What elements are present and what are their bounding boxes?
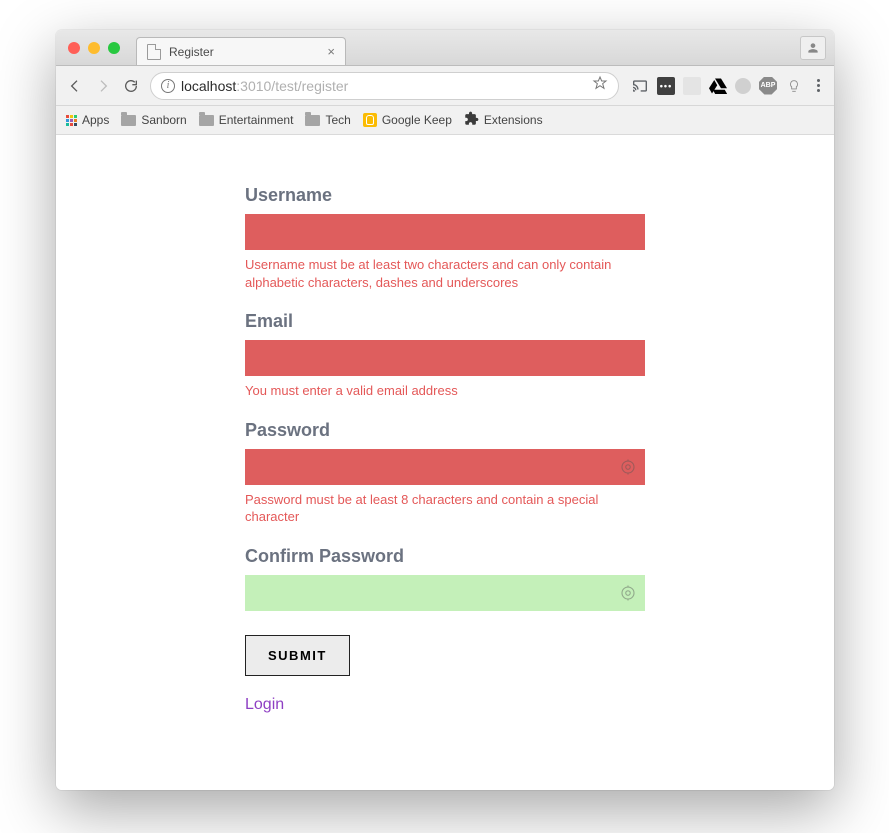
- extension-icons: ••• ABP: [629, 77, 803, 95]
- extension-icon-5[interactable]: [735, 78, 751, 94]
- bookmark-apps[interactable]: Apps: [66, 113, 109, 127]
- field-email: Email You must enter a valid email addre…: [245, 311, 645, 400]
- username-error: Username must be at least two characters…: [245, 256, 645, 291]
- window-titlebar: Register ×: [56, 30, 834, 66]
- password-manager-icon[interactable]: [619, 584, 637, 602]
- bookmark-folder-tech[interactable]: Tech: [305, 113, 350, 127]
- site-info-icon[interactable]: i: [161, 79, 175, 93]
- submit-button[interactable]: SUBMIT: [245, 635, 350, 676]
- close-tab-button[interactable]: ×: [327, 44, 335, 59]
- user-icon: [806, 41, 820, 55]
- url-text: localhost:3010/test/register: [181, 78, 348, 94]
- field-password: Password Password must be at least 8 cha…: [245, 420, 645, 526]
- forward-button[interactable]: [94, 78, 112, 94]
- bookmark-label: Extensions: [484, 113, 543, 127]
- bookmark-folder-entertainment[interactable]: Entertainment: [199, 113, 294, 127]
- extension-bulb-icon[interactable]: [785, 77, 803, 95]
- page-icon: [147, 44, 161, 60]
- browser-menu-button[interactable]: [813, 79, 824, 92]
- apps-icon: [66, 115, 77, 126]
- bookmark-extensions[interactable]: Extensions: [464, 111, 543, 129]
- bookmark-folder-sanborn[interactable]: Sanborn: [121, 113, 186, 127]
- folder-icon: [305, 115, 320, 126]
- bookmark-star-icon[interactable]: [592, 75, 608, 96]
- profile-button[interactable]: [800, 36, 826, 60]
- bookmark-label: Google Keep: [382, 113, 452, 127]
- puzzle-icon: [464, 111, 479, 129]
- bookmark-label: Apps: [82, 113, 109, 127]
- email-label: Email: [245, 311, 645, 332]
- cast-icon[interactable]: [631, 77, 649, 95]
- extension-abp-icon[interactable]: ABP: [759, 77, 777, 95]
- password-manager-icon[interactable]: [619, 458, 637, 476]
- bookmark-label: Entertainment: [219, 113, 294, 127]
- bookmark-label: Tech: [325, 113, 350, 127]
- browser-tab[interactable]: Register ×: [136, 37, 346, 65]
- bookmark-label: Sanborn: [141, 113, 186, 127]
- browser-window: Register × i localhost:3010/test/registe…: [56, 30, 834, 790]
- password-input[interactable]: [245, 449, 645, 485]
- login-link[interactable]: Login: [245, 696, 645, 714]
- username-label: Username: [245, 185, 645, 206]
- reload-button[interactable]: [122, 78, 140, 94]
- confirm-password-input[interactable]: [245, 575, 645, 611]
- omnibox[interactable]: i localhost:3010/test/register: [150, 72, 619, 100]
- password-error: Password must be at least 8 characters a…: [245, 491, 645, 526]
- field-username: Username Username must be at least two c…: [245, 185, 645, 291]
- register-form: Username Username must be at least two c…: [245, 185, 645, 714]
- extension-icon-3[interactable]: [683, 77, 701, 95]
- folder-icon: [199, 115, 214, 126]
- confirm-password-label: Confirm Password: [245, 546, 645, 567]
- minimize-window-button[interactable]: [88, 42, 100, 54]
- email-error: You must enter a valid email address: [245, 382, 645, 400]
- bookmark-google-keep[interactable]: Google Keep: [363, 113, 452, 127]
- email-input[interactable]: [245, 340, 645, 376]
- keep-icon: [363, 113, 377, 127]
- password-label: Password: [245, 420, 645, 441]
- folder-icon: [121, 115, 136, 126]
- address-bar: i localhost:3010/test/register ••• ABP: [56, 66, 834, 106]
- extension-drive-icon[interactable]: [709, 77, 727, 95]
- maximize-window-button[interactable]: [108, 42, 120, 54]
- tab-title: Register: [169, 45, 319, 59]
- page-content: Username Username must be at least two c…: [56, 135, 834, 790]
- extension-lastpass-icon[interactable]: •••: [657, 77, 675, 95]
- back-button[interactable]: [66, 78, 84, 94]
- close-window-button[interactable]: [68, 42, 80, 54]
- window-controls: [56, 42, 120, 54]
- username-input[interactable]: [245, 214, 645, 250]
- field-confirm-password: Confirm Password: [245, 546, 645, 611]
- bookmarks-bar: Apps Sanborn Entertainment Tech Google K…: [56, 106, 834, 135]
